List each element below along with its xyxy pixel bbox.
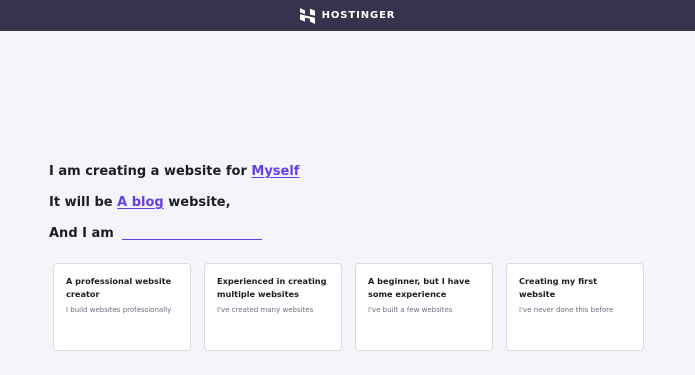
website-purpose-sentence: I am creating a website for Myself [49,164,299,179]
option-subtitle: I've created many websites [217,306,314,314]
experience-blank[interactable] [122,239,263,240]
option-card-experienced[interactable]: Experienced in creating multiple website… [204,263,342,351]
option-card-first-website[interactable]: Creating my first website I've never don… [506,263,644,351]
experience-options: A professional website creator I build w… [53,263,644,351]
option-title: A professional website creator [66,276,172,299]
option-title: A beginner, but I have some experience [368,276,470,299]
option-subtitle: I've built a few websites [368,306,453,314]
type-prefix: It will be [49,195,113,210]
option-title: Experienced in creating multiple website… [217,276,327,299]
option-card-beginner[interactable]: A beginner, but I have some experience I… [355,263,493,351]
option-card-professional[interactable]: A professional website creator I build w… [53,263,191,351]
experience-sentence: And I am [49,226,263,241]
hostinger-logo[interactable]: HOSTINGER [299,7,396,24]
website-type-selector[interactable]: A blog [117,195,164,210]
experience-prefix: And I am [49,226,114,241]
option-subtitle: I build websites professionally [66,306,172,314]
top-bar: HOSTINGER [0,0,695,31]
purpose-prefix: I am creating a website for [49,164,247,179]
brand-name: HOSTINGER [321,10,396,21]
type-suffix: website, [168,195,231,210]
option-subtitle: I've never done this before [519,306,614,314]
hostinger-logo-icon [299,7,315,24]
option-title: Creating my first website [519,276,597,299]
website-type-sentence: It will be A blog website, [49,195,231,210]
purpose-selector[interactable]: Myself [251,164,299,179]
